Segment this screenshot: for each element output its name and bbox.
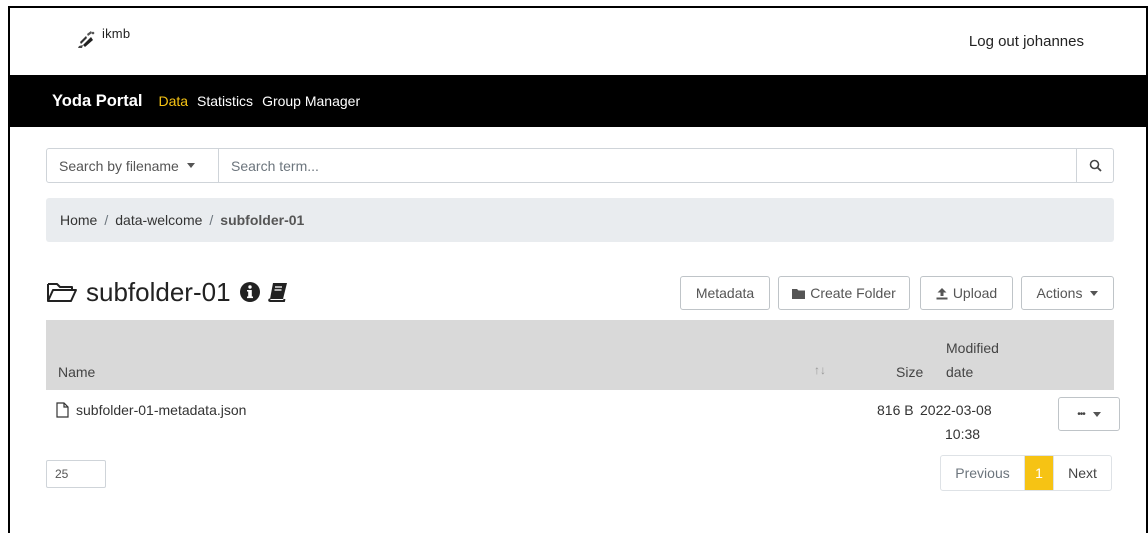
info-circle-icon [239, 282, 260, 302]
file-size: 816 B [877, 402, 914, 418]
search-type-dropdown[interactable]: Search by filename [47, 149, 219, 182]
upload-button[interactable]: Upload [920, 276, 1013, 310]
create-folder-button[interactable]: Create Folder [778, 276, 910, 310]
navbar: Yoda Portal Data Statistics Group Manage… [10, 75, 1146, 127]
file-name-link[interactable]: subfolder-01-metadata.json [76, 402, 246, 418]
breadcrumb-home[interactable]: Home [60, 212, 97, 228]
caret-down-icon [1092, 411, 1101, 417]
logo[interactable]: ikmb [78, 26, 131, 48]
ikmb-logo-icon [78, 31, 95, 48]
metadata-button[interactable]: Metadata [680, 276, 770, 310]
row-actions-button[interactable]: ••• [1058, 397, 1120, 431]
table-header: Name ↑↓ Size Modified date [46, 320, 1114, 390]
current-page[interactable]: 1 [1025, 456, 1053, 490]
book-icon [267, 283, 287, 302]
topbar: ikmb Log out johannes [10, 8, 1146, 75]
file-icon [56, 402, 69, 421]
next-page-button[interactable]: Next [1053, 456, 1111, 490]
pagination: Previous 1 Next [940, 455, 1112, 491]
logo-text: ikmb [102, 26, 131, 41]
column-modified-header-line2[interactable]: date [946, 364, 973, 380]
page-title: subfolder-01 [46, 274, 295, 310]
breadcrumb-separator: / [209, 212, 214, 228]
nav-link-group-manager[interactable]: Group Manager [262, 93, 360, 109]
readme-button[interactable] [267, 281, 289, 303]
app-frame: ikmb Log out johannes Yoda Portal Data S… [8, 6, 1148, 533]
search-icon [1089, 159, 1102, 172]
metadata-label: Metadata [695, 285, 755, 301]
search-bar: Search by filename Search term... [46, 148, 1114, 183]
nav-link-data[interactable]: Data [158, 93, 188, 109]
folder-name: subfolder-01 [86, 276, 231, 307]
caret-down-icon [186, 163, 195, 168]
brand[interactable]: Yoda Portal [52, 92, 142, 111]
folder-open-icon [47, 283, 77, 302]
folder-icon [792, 288, 806, 299]
nav-link-statistics[interactable]: Statistics [197, 93, 253, 109]
info-button[interactable] [239, 281, 261, 303]
search-input[interactable]: Search term... [219, 149, 1076, 182]
breadcrumb-separator: / [104, 212, 109, 228]
file-time: 10:38 [945, 426, 981, 442]
actions-dropdown[interactable]: Actions [1021, 276, 1114, 310]
column-name-header[interactable]: Name [58, 364, 95, 380]
upload-label: Upload [952, 285, 998, 301]
page-size-select[interactable]: 25 [46, 460, 106, 488]
column-modified-header[interactable]: Modified [946, 340, 999, 356]
breadcrumb-data-welcome[interactable]: data-welcome [115, 212, 202, 228]
logout-link[interactable]: Log out johannes [969, 33, 1084, 50]
breadcrumb: Home / data-welcome / subfolder-01 [46, 198, 1114, 242]
search-type-label: Search by filename [59, 157, 179, 174]
column-size-header[interactable]: Size [896, 364, 923, 380]
upload-icon [936, 287, 948, 299]
search-button[interactable] [1076, 149, 1113, 182]
breadcrumb-current: subfolder-01 [220, 212, 305, 228]
table-row[interactable]: subfolder-01-metadata.json 816 B 2022-03… [46, 392, 1120, 448]
previous-page-button[interactable]: Previous [941, 456, 1025, 490]
create-folder-label: Create Folder [810, 285, 896, 301]
sort-icon[interactable]: ↑↓ [814, 363, 826, 377]
file-date: 2022-03-08 [920, 402, 992, 418]
caret-down-icon [1090, 290, 1099, 296]
more-icon: ••• [1077, 408, 1085, 420]
actions-label: Actions [1036, 285, 1083, 301]
